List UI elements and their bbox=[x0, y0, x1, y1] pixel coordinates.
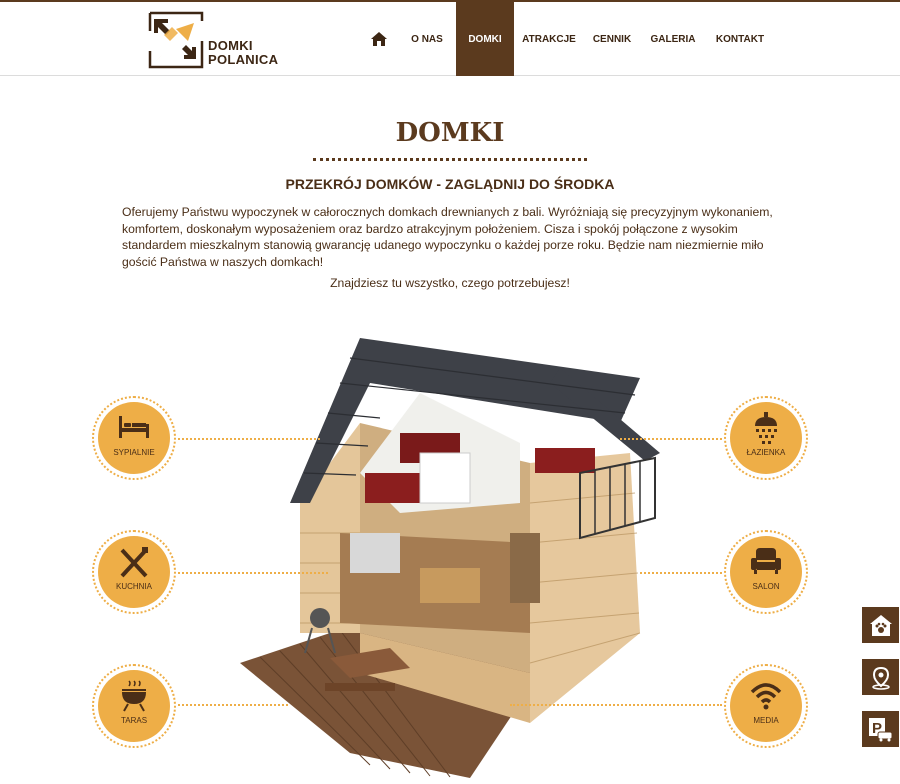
shower-icon bbox=[755, 412, 777, 444]
logo[interactable]: DOMKI POLANICA bbox=[148, 11, 288, 69]
main-nav: O NAS DOMKI ATRAKCJE CENNIK GALERIA KONT… bbox=[360, 2, 774, 76]
cutlery-icon bbox=[120, 547, 148, 578]
logo-text: DOMKI POLANICA bbox=[208, 39, 278, 67]
feature-media[interactable]: MEDIA bbox=[724, 664, 808, 748]
feature-circle: SYPIALNIE bbox=[98, 402, 170, 474]
page-title: DOMKI bbox=[395, 118, 505, 148]
side-button-location[interactable] bbox=[861, 658, 900, 696]
wifi-icon bbox=[750, 683, 782, 710]
site-header: DOMKI POLANICA O NAS DOMKI ATRAKCJE CENN… bbox=[0, 2, 900, 76]
connector-line bbox=[640, 572, 722, 574]
feature-circle: TARAS bbox=[98, 670, 170, 742]
parking-icon: P bbox=[869, 718, 893, 742]
bed-icon bbox=[119, 416, 149, 438]
connector-line bbox=[178, 572, 328, 574]
feature-label: KUCHNIA bbox=[115, 582, 152, 591]
feature-circle: KUCHNIA bbox=[98, 536, 170, 608]
feature-label: TARAS bbox=[120, 716, 148, 725]
page-subtitle: PRZEKRÓJ DOMKÓW - ZAGLĄDNIJ DO ŚRODKA bbox=[285, 176, 615, 192]
nav-item-galeria[interactable]: GALERIA bbox=[640, 2, 706, 76]
feature-label: SYPIALNIE bbox=[113, 448, 155, 457]
location-pin-icon bbox=[872, 666, 890, 690]
intro-paragraph: Oferujemy Państwu wypoczynek w całoroczn… bbox=[122, 205, 773, 269]
feature-lazienka[interactable]: ŁAZIENKA bbox=[724, 396, 808, 480]
nav-item-atrakcje[interactable]: ATRAKCJE bbox=[514, 2, 584, 76]
home-icon bbox=[371, 32, 387, 46]
connector-line bbox=[178, 438, 320, 440]
logo-line-2: POLANICA bbox=[208, 52, 279, 67]
nav-item-cennik[interactable]: CENNIK bbox=[584, 2, 640, 76]
feature-sypialnie[interactable]: SYPIALNIE bbox=[92, 396, 176, 480]
feature-salon[interactable]: SALON bbox=[724, 530, 808, 614]
side-button-pets[interactable] bbox=[861, 606, 900, 644]
feature-circle: ŁAZIENKA bbox=[730, 402, 802, 474]
nav-item-kontakt[interactable]: KONTAKT bbox=[706, 2, 774, 76]
feature-kuchnia[interactable]: KUCHNIA bbox=[92, 530, 176, 614]
title-divider bbox=[313, 158, 587, 162]
house-cutaway-illustration bbox=[240, 338, 660, 778]
feature-circle: SALON bbox=[730, 536, 802, 608]
connector-line bbox=[178, 704, 288, 706]
armchair-icon bbox=[751, 548, 781, 574]
feature-taras[interactable]: TARAS bbox=[92, 664, 176, 748]
tagline: Znajdziesz tu wszystko, czego potrzebuje… bbox=[330, 276, 570, 290]
nav-item-o-nas[interactable]: O NAS bbox=[398, 2, 456, 76]
pet-friendly-icon bbox=[870, 615, 892, 636]
connector-line bbox=[620, 438, 722, 440]
side-button-parking[interactable]: P bbox=[861, 710, 900, 748]
feature-label: SALON bbox=[752, 582, 780, 591]
feature-circle: MEDIA bbox=[730, 670, 802, 742]
connector-line bbox=[510, 704, 722, 706]
logo-mark-icon bbox=[148, 11, 204, 69]
grill-icon bbox=[122, 680, 146, 712]
feature-label: ŁAZIENKA bbox=[746, 448, 786, 457]
logo-line-1: DOMKI bbox=[208, 38, 253, 53]
nav-home[interactable] bbox=[360, 2, 398, 76]
nav-item-domki[interactable]: DOMKI bbox=[456, 2, 514, 76]
feature-label: MEDIA bbox=[753, 716, 779, 725]
